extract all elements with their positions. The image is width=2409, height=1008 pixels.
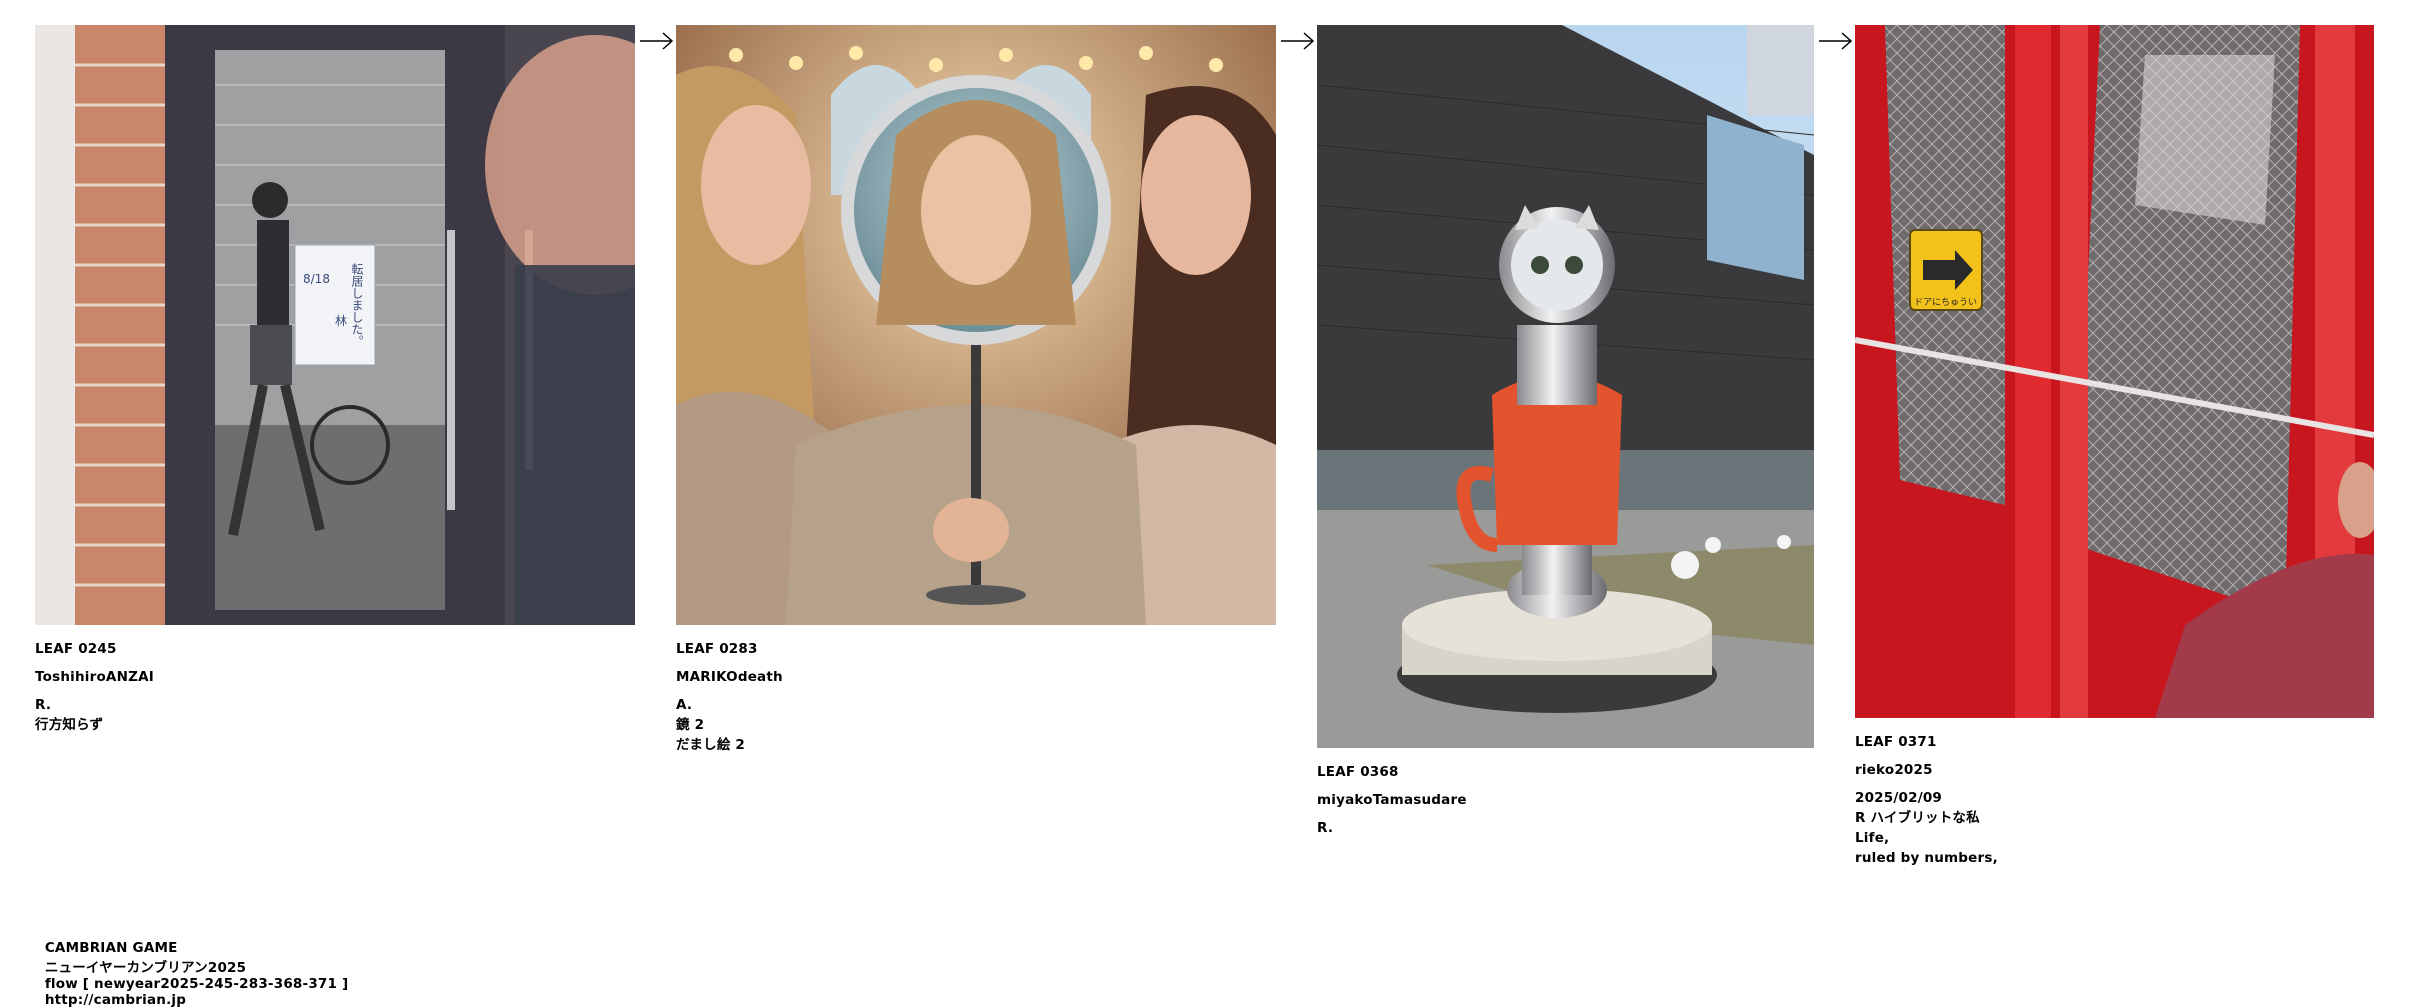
leaf-text-line: R.: [1317, 820, 1334, 836]
leaf-author[interactable]: ToshihiroANZAI: [35, 667, 635, 687]
leaf-caption-0245: LEAF 0245 ToshihiroANZAI R. 行方知らず: [35, 639, 635, 735]
arrow-right-icon: [640, 32, 674, 50]
leaf-text-line: R.: [35, 697, 52, 713]
leaf-author[interactable]: rieko2025: [1855, 760, 2374, 780]
leaf-photo-0283[interactable]: [676, 25, 1276, 625]
leaf-text-line: ruled by numbers,: [1855, 850, 1998, 866]
leaf-card-0368: LEAF 0368 miyakoTamasudare R.: [1317, 25, 1814, 838]
leaf-caption-0283: LEAF 0283 MARIKOdeath A. 鏡 2 だまし絵 2: [676, 639, 1276, 755]
leaf-text-line: 鏡 2: [676, 717, 705, 733]
leaf-caption-0368: LEAF 0368 miyakoTamasudare R.: [1317, 762, 1814, 838]
leaf-author[interactable]: MARIKOdeath: [676, 667, 1276, 687]
leaf-text-line: R ハイブリットな私: [1855, 810, 1980, 826]
footer-flow: flow [ newyear2025-245-283-368-371 ]: [44, 976, 349, 992]
leaf-card-0245: 8/18 転居しました。 林 LEAF 0245 ToshihiroANZAI …: [35, 25, 635, 735]
footer-title: ニューイヤーカンブリアン2025: [44, 960, 247, 976]
leaf-caption-0371: LEAF 0371 rieko2025 2025/02/09 R ハイブリットな…: [1855, 732, 2374, 868]
arrow-right-icon: [1819, 32, 1853, 50]
leaf-text-line: 2025/02/09: [1855, 790, 1943, 806]
footer-game-label: CAMBRIAN GAME: [44, 940, 178, 956]
leaf-photo-0371[interactable]: ドアにちゅうい: [1855, 25, 2374, 718]
leaf-id[interactable]: LEAF 0283: [676, 639, 1276, 659]
leaf-text-line: 行方知らず: [35, 717, 104, 733]
leaf-id[interactable]: LEAF 0245: [35, 639, 635, 659]
leaf-id[interactable]: LEAF 0371: [1855, 732, 2374, 752]
notice-name: 林: [335, 314, 347, 328]
leaf-card-0283: LEAF 0283 MARIKOdeath A. 鏡 2 だまし絵 2: [676, 25, 1276, 755]
door-sign-text: ドアにちゅうい: [1914, 297, 1977, 308]
leaf-text-line: A.: [676, 697, 693, 713]
footer-url-link[interactable]: http://cambrian.jp: [45, 992, 186, 1008]
leaf-author[interactable]: miyakoTamasudare: [1317, 790, 1814, 810]
leaf-card-0371: ドアにちゅうい LEAF 0371 rieko2025 2025/02/09 R…: [1855, 25, 2374, 868]
footer: CAMBRIAN GAME ニューイヤーカンブリアン2025 flow [ ne…: [35, 924, 360, 1008]
leaf-text-line: Life,: [1855, 830, 1890, 846]
notice-date: 8/18: [303, 272, 330, 286]
arrow-right-icon: [1281, 32, 1315, 50]
leaf-id[interactable]: LEAF 0368: [1317, 762, 1814, 782]
leaf-text-line: だまし絵 2: [676, 737, 746, 753]
leaf-photo-0368[interactable]: [1317, 25, 1814, 748]
leaf-photo-0245[interactable]: 8/18 転居しました。 林: [35, 25, 635, 625]
notice-text: 転居しました。: [350, 263, 364, 347]
